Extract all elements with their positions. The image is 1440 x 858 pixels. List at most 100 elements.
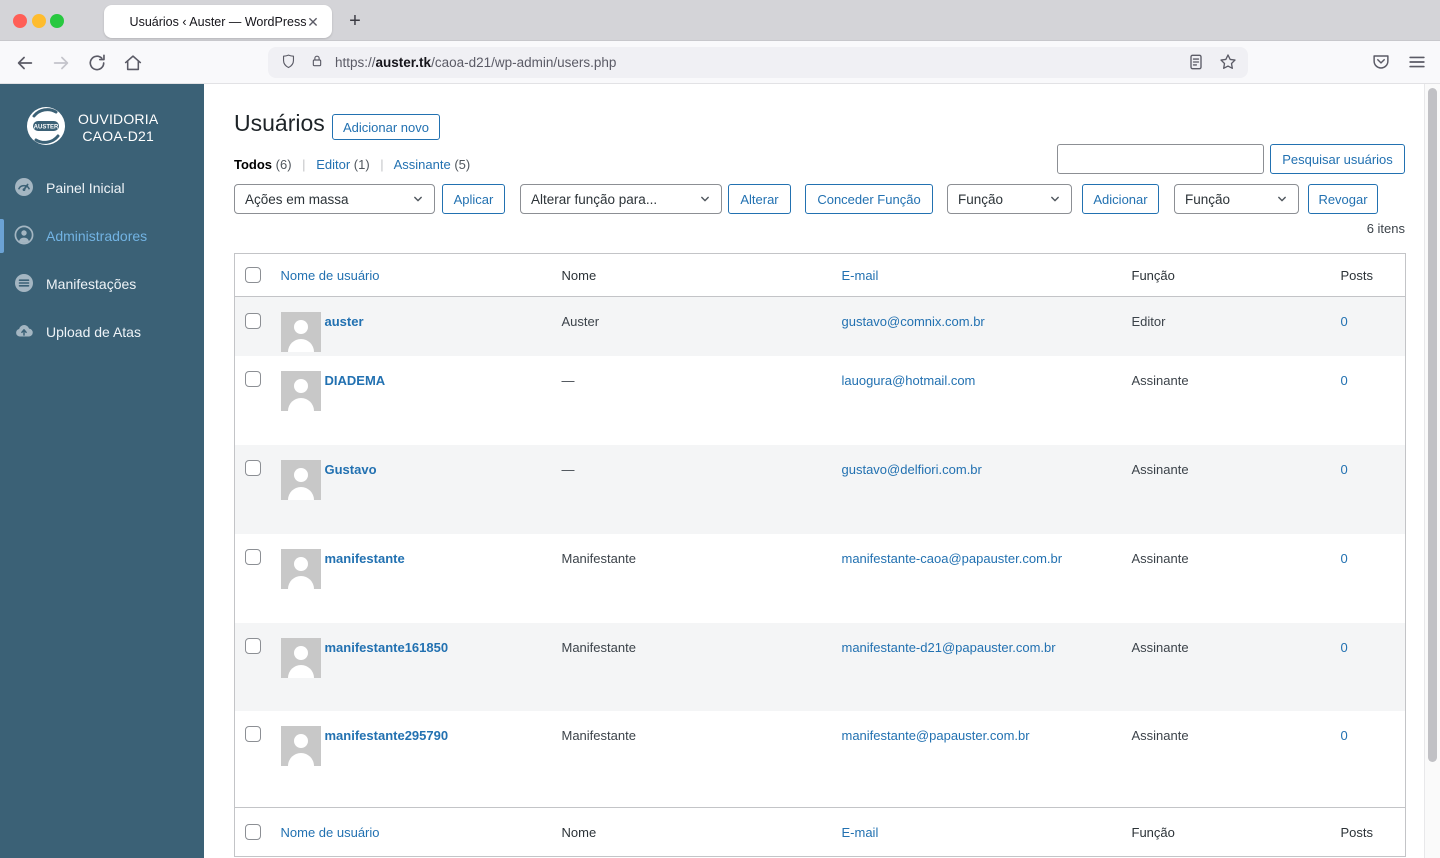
avatar xyxy=(280,370,321,411)
row-checkbox[interactable] xyxy=(244,726,261,743)
row-checkbox[interactable] xyxy=(244,638,261,655)
table-row: Gustavo — gustavo@delfiori.com.br Assina… xyxy=(234,444,1406,534)
avatar xyxy=(280,459,321,500)
column-footer-username[interactable]: Nome de usuário xyxy=(281,825,380,840)
posts-count-link[interactable]: 0 xyxy=(1341,640,1348,655)
bulk-actions-select-value: Ações em massa xyxy=(245,191,349,207)
role-select-2[interactable]: Função xyxy=(1174,184,1299,214)
tab-title: Usuários ‹ Auster — WordPress xyxy=(129,14,307,29)
minimize-window-button[interactable] xyxy=(32,14,46,28)
email-link[interactable]: lauogura@hotmail.com xyxy=(842,373,976,388)
table-row: auster Auster gustavo@comnix.com.br Edit… xyxy=(234,296,1406,356)
column-footer-email[interactable]: E-mail xyxy=(842,825,879,840)
column-header-email[interactable]: E-mail xyxy=(842,268,879,283)
brand: AUSTER OUVIDORIA CAOA-D21 xyxy=(26,106,158,149)
row-checkbox[interactable] xyxy=(244,460,261,477)
tab-close-icon[interactable]: ✕ xyxy=(304,13,322,31)
email-link[interactable]: manifestante@papauster.com.br xyxy=(842,728,1030,743)
filter-editor[interactable]: Editor xyxy=(316,157,350,172)
back-icon[interactable] xyxy=(14,52,36,74)
search-users-button[interactable]: Pesquisar usuários xyxy=(1270,144,1405,174)
row-checkbox[interactable] xyxy=(244,312,261,329)
table-row: manifestante Manifestante manifestante-c… xyxy=(235,534,1406,623)
username-link[interactable]: auster xyxy=(325,312,364,352)
sidebar-item-manifestacoes[interactable]: Manifestações xyxy=(0,260,204,308)
lock-icon[interactable] xyxy=(309,53,325,72)
search-users-input[interactable] xyxy=(1057,144,1264,174)
select-all-checkbox[interactable] xyxy=(244,267,261,284)
posts-count-link[interactable]: 0 xyxy=(1341,551,1348,566)
home-icon[interactable] xyxy=(122,52,144,74)
zoom-window-button[interactable] xyxy=(50,14,64,28)
add-role-button[interactable]: Adicionar xyxy=(1082,184,1159,214)
sidebar-item-painel-inicial[interactable]: Painel Inicial xyxy=(0,164,204,212)
username-link[interactable]: Gustavo xyxy=(325,460,377,500)
change-button[interactable]: Alterar xyxy=(728,184,791,214)
filter-todos[interactable]: Todos xyxy=(234,157,272,172)
menu-hamburger-icon[interactable] xyxy=(1406,51,1428,76)
items-count: 6 itens xyxy=(1366,221,1405,236)
sidebar-item-label: Upload de Atas xyxy=(46,324,141,340)
role-select-1-value: Função xyxy=(958,191,1004,207)
bookmark-star-icon[interactable] xyxy=(1218,52,1238,75)
username-link[interactable]: manifestante295790 xyxy=(325,726,449,766)
row-checkbox[interactable] xyxy=(244,371,261,388)
pocket-icon[interactable] xyxy=(1370,51,1392,76)
sidebar-item-upload-de-atas[interactable]: Upload de Atas xyxy=(0,308,204,356)
comments-list-icon xyxy=(14,273,34,296)
table-row: DIADEMA — lauogura@hotmail.com Assinante… xyxy=(235,356,1406,445)
filter-todos-count: (6) xyxy=(275,157,292,172)
browser-tab[interactable]: Usuários ‹ Auster — WordPress ✕ xyxy=(104,5,332,38)
close-window-button[interactable] xyxy=(13,14,27,28)
username-link[interactable]: manifestante xyxy=(325,549,405,589)
url-bar[interactable]: https://auster.tk/caoa-d21/wp-admin/user… xyxy=(268,47,1248,78)
role-select-2-value: Função xyxy=(1185,191,1231,207)
sidebar-item-label: Painel Inicial xyxy=(46,180,125,196)
email-link[interactable]: gustavo@delfiori.com.br xyxy=(842,462,982,477)
username-link[interactable]: manifestante161850 xyxy=(325,638,449,678)
row-checkbox[interactable] xyxy=(244,549,261,566)
sidebar-menu: Painel Inicial Administradores Manifesta… xyxy=(0,164,204,356)
url-domain: auster.tk xyxy=(375,55,432,70)
user-role: Assinante xyxy=(1131,461,1189,477)
filter-assinante[interactable]: Assinante xyxy=(394,157,451,172)
filter-separator: | xyxy=(302,157,306,172)
posts-count-link[interactable]: 0 xyxy=(1341,462,1348,477)
role-select-1[interactable]: Função xyxy=(947,184,1072,214)
posts-count-link[interactable]: 0 xyxy=(1341,373,1348,388)
main-content: Usuários Adicionar novo Todos (6) | Edit… xyxy=(204,84,1424,858)
select-all-checkbox[interactable] xyxy=(244,824,261,841)
apply-button[interactable]: Aplicar xyxy=(442,184,505,214)
reader-view-icon[interactable] xyxy=(1186,52,1206,75)
avatar xyxy=(280,548,321,589)
url-path: /caoa-d21/wp-admin/users.php xyxy=(431,55,617,70)
brand-text: OUVIDORIA CAOA-D21 xyxy=(78,111,158,145)
change-role-select-value: Alterar função para... xyxy=(531,191,658,207)
filter-assinante-count: (5) xyxy=(454,157,471,172)
forward-icon[interactable] xyxy=(50,52,72,74)
shield-icon[interactable] xyxy=(280,53,297,73)
browser-toolbar: https://auster.tk/caoa-d21/wp-admin/user… xyxy=(0,40,1440,84)
grant-role-button[interactable]: Conceder Função xyxy=(805,184,933,214)
user-name: Manifestante xyxy=(561,727,636,743)
column-header-name: Nome xyxy=(551,253,832,297)
email-link[interactable]: manifestante-d21@papauster.com.br xyxy=(842,640,1056,655)
revoke-role-button[interactable]: Revogar xyxy=(1308,184,1378,214)
column-header-username[interactable]: Nome de usuário xyxy=(281,268,380,283)
bulk-actions-select[interactable]: Ações em massa xyxy=(234,184,435,214)
scrollbar-thumb[interactable] xyxy=(1428,88,1437,762)
username-link[interactable]: DIADEMA xyxy=(325,371,386,411)
logo-text: AUSTER xyxy=(34,125,59,131)
email-link[interactable]: manifestante-caoa@papauster.com.br xyxy=(842,551,1063,566)
page-scrollbar[interactable] xyxy=(1424,84,1440,858)
posts-count-link[interactable]: 0 xyxy=(1341,728,1348,743)
reload-icon[interactable] xyxy=(86,52,108,74)
email-link[interactable]: gustavo@comnix.com.br xyxy=(842,314,985,329)
sidebar-item-administradores[interactable]: Administradores xyxy=(0,212,204,260)
new-tab-button[interactable]: + xyxy=(342,8,368,34)
change-role-select[interactable]: Alterar função para... xyxy=(520,184,722,214)
add-new-user-button[interactable]: Adicionar novo xyxy=(332,114,440,140)
posts-count-link[interactable]: 0 xyxy=(1341,314,1348,329)
filter-editor-count: (1) xyxy=(353,157,370,172)
table-row: manifestante295790 Manifestante manifest… xyxy=(235,711,1406,808)
